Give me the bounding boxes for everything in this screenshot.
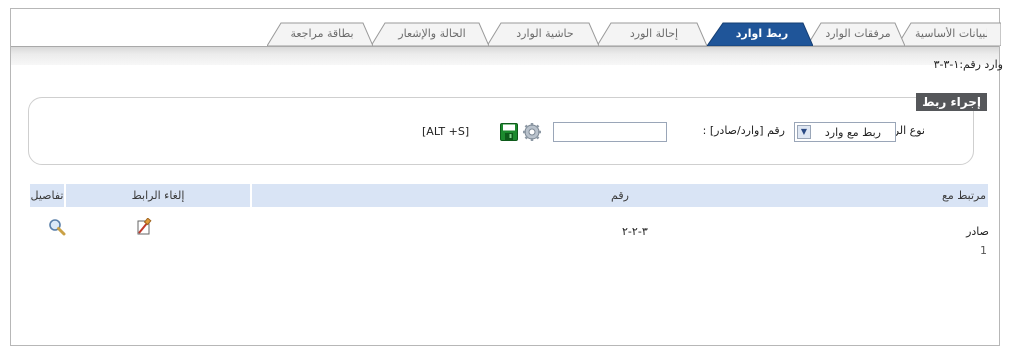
tab-attachments[interactable]: مرفقات الوارد	[807, 22, 905, 46]
col-details: تفاصيل	[30, 184, 64, 207]
col-linked-with: مرتبط مع	[941, 189, 986, 202]
row-linked-with: صادر	[966, 225, 989, 238]
row-count: 1	[980, 244, 987, 257]
select-value: ربط مع وارد	[824, 126, 881, 139]
main-panel: البيانات الأساسية مرفقات الوارد ربط اوار…	[10, 8, 1001, 346]
tab-label: مرفقات الوارد	[825, 27, 891, 40]
unlink-icon[interactable]	[136, 218, 152, 235]
number-label: رقم [وارد/صادر] :	[702, 124, 785, 137]
table-header: تفاصيل إلغاء الرابط رقم مرتبط مع	[30, 184, 988, 207]
tab-label: الحالة والإشعار	[398, 27, 466, 40]
tab-status-notice[interactable]: الحالة والإشعار	[371, 22, 489, 46]
tab-basic-data[interactable]: البيانات الأساسية	[897, 22, 1001, 46]
tab-label: إحالة الورد	[629, 27, 679, 40]
tab-label: ربط اوارد	[735, 27, 789, 40]
magnifier-icon[interactable]	[48, 218, 66, 236]
number-input[interactable]	[553, 122, 667, 142]
tab-review-card[interactable]: بطاقة مراجعة	[267, 22, 373, 46]
save-icon[interactable]	[500, 123, 518, 141]
tab-label: حاشية الوارد	[516, 27, 574, 40]
link-type-select[interactable]: ربط مع وارد ▼	[794, 122, 896, 142]
tab-label: البيانات الأساسية	[915, 27, 987, 40]
row-number: ٣-٢-٢	[622, 225, 648, 238]
tab-label: بطاقة مراجعة	[290, 27, 354, 40]
col-unlink: إلغاء الرابط	[66, 184, 250, 207]
chevron-down-icon[interactable]: ▼	[797, 125, 811, 139]
tab-underline-bar	[11, 46, 999, 65]
incoming-number-label: وارد رقم:١-٣-٣	[933, 58, 1003, 71]
tab-annotation[interactable]: حاشية الوارد	[487, 22, 599, 46]
gear-icon[interactable]	[522, 122, 542, 142]
group-legend: إجراء ربط	[916, 93, 987, 111]
tab-link-incoming[interactable]: ربط اوارد	[707, 22, 813, 46]
save-shortcut-hint: [ALT +S]	[422, 125, 470, 138]
tab-strip: البيانات الأساسية مرفقات الوارد ربط اوار…	[11, 9, 1001, 47]
tab-referral[interactable]: إحالة الورد	[597, 22, 707, 46]
col-number: رقم	[252, 184, 988, 207]
